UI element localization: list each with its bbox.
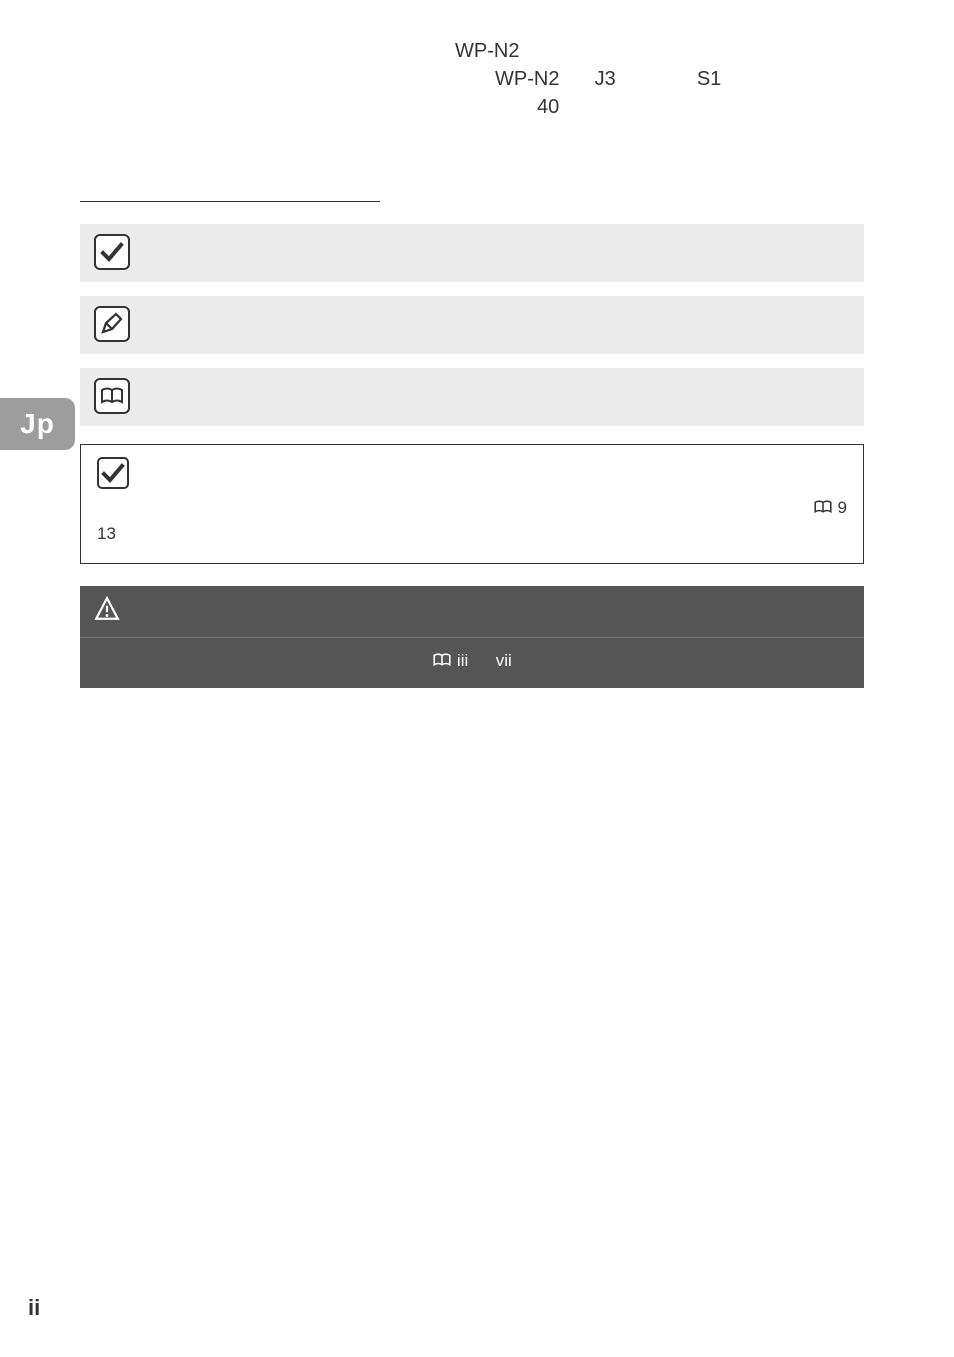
intro-text: S1 (697, 68, 721, 90)
page-ref: 9 (838, 498, 847, 517)
checkmark-icon (94, 234, 130, 270)
info-row-note (80, 296, 864, 354)
intro-block: WP-N2 WP-N2 J3 S1 40 (455, 37, 864, 121)
intro-text: 40 (537, 96, 559, 118)
book-icon (94, 378, 130, 414)
page-number: ii (28, 1295, 40, 1321)
warning-icon (94, 596, 120, 627)
checkmark-icon (97, 457, 129, 489)
safety-body: iii vii (80, 638, 864, 688)
page-ref: 13 (97, 524, 116, 543)
safety-box: iii vii (80, 586, 864, 688)
note-box: 9 13 (80, 444, 864, 564)
pencil-icon (94, 306, 130, 342)
page-ref: iii (457, 651, 468, 670)
page-content: WP-N2 WP-N2 J3 S1 40 (0, 0, 954, 1357)
info-row-reference (80, 368, 864, 426)
intro-text: WP-N2 (495, 68, 559, 90)
note-body: 9 13 (97, 495, 847, 547)
info-row-caution (80, 224, 864, 282)
section-rule (80, 201, 380, 202)
intro-text: WP-N2 (455, 40, 519, 62)
book-icon (813, 498, 833, 517)
intro-text: J3 (595, 68, 616, 90)
book-icon (432, 651, 452, 670)
page-ref: vii (496, 651, 512, 670)
